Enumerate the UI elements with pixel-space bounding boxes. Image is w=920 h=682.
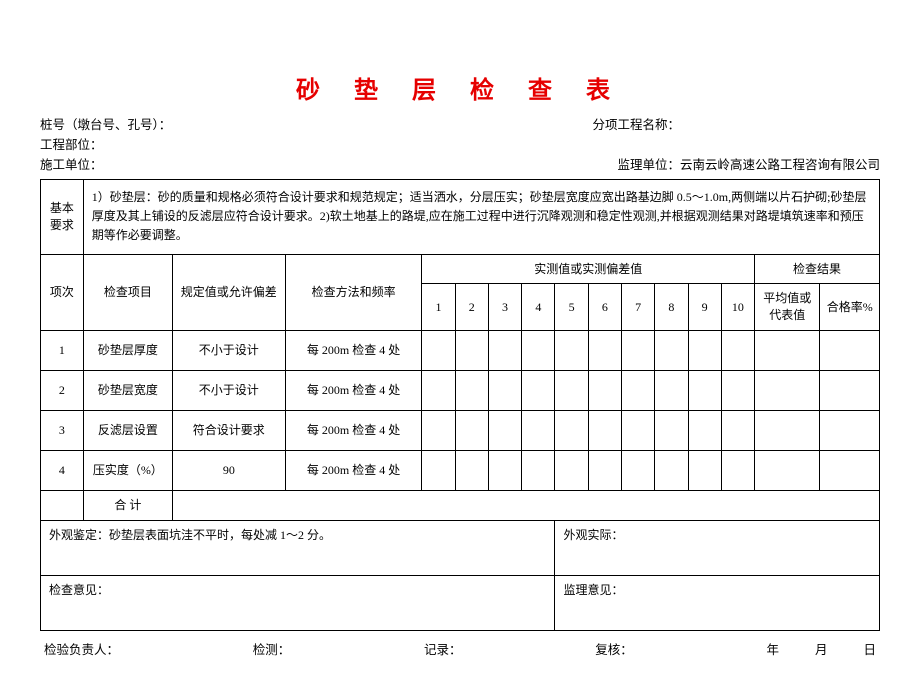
cell-method: 每 200m 检查 4 处	[285, 370, 422, 410]
supervisor-label: 监理单位：	[617, 158, 680, 172]
cell-item: 反滤层设置	[83, 410, 172, 450]
cell-no: 2	[41, 370, 84, 410]
requirements-text: 1）砂垫层：砂的质量和规格必须符合设计要求和规范规定；适当洒水，分层压实；砂垫层…	[83, 180, 879, 255]
footer-review: 复核：	[595, 639, 633, 658]
subproject-label: 分项工程名称：	[592, 115, 880, 135]
part-label: 工程部位：	[40, 135, 103, 155]
footer-inspector-lead: 检验负责人：	[44, 639, 119, 658]
footer-month: 月	[815, 639, 828, 658]
requirements-row: 基本要求 1）砂垫层：砂的质量和规格必须符合设计要求和规范规定；适当洒水，分层压…	[41, 180, 880, 255]
table-row: 2 砂垫层宽度 不小于设计 每 200m 检查 4 处	[41, 370, 880, 410]
col-6: 6	[588, 284, 621, 331]
cell-item: 压实度（%）	[83, 450, 172, 490]
col-check-item: 检查项目	[83, 254, 172, 330]
table-row: 3 反滤层设置 符合设计要求 每 200m 检查 4 处	[41, 410, 880, 450]
col-7: 7	[621, 284, 654, 331]
cell-spec: 90	[172, 450, 285, 490]
footer-day: 日	[863, 639, 876, 658]
constructor-label: 施工单位：	[40, 155, 103, 175]
col-pass-rate: 合格率%	[820, 284, 880, 331]
col-5: 5	[555, 284, 588, 331]
footer-year: 年	[766, 639, 779, 658]
page-title: 砂 垫 层 检 查 表	[40, 70, 880, 105]
supervisor-value: 云南云岭高速公路工程咨询有限公司	[680, 158, 880, 172]
col-method-freq: 检查方法和频率	[285, 254, 422, 330]
table-row-total: 合 计	[41, 490, 880, 520]
appearance-row: 外观鉴定：砂垫层表面坑洼不平时，每处减 1～2 分。 外观实际：	[41, 520, 880, 575]
cell-no: 4	[41, 450, 84, 490]
col-10: 10	[721, 284, 754, 331]
header-block: 桩号（墩台号、孔号）： 分项工程名称： 工程部位： 施工单位： 监理单位：云南云…	[40, 115, 880, 175]
col-3: 3	[488, 284, 521, 331]
check-opinion: 检查意见：	[41, 575, 555, 630]
cell-method: 每 200m 检查 4 处	[285, 330, 422, 370]
footer-row: 检验负责人： 检测： 记录： 复核： 年 月 日	[40, 631, 880, 662]
cell-total-label: 合 计	[83, 490, 172, 520]
cell-item: 砂垫层宽度	[83, 370, 172, 410]
cell-item: 砂垫层厚度	[83, 330, 172, 370]
table-row: 4 压实度（%） 90 每 200m 检查 4 处	[41, 450, 880, 490]
cell-spec: 不小于设计	[172, 330, 285, 370]
col-avg: 平均值或代表值	[755, 284, 820, 331]
col-8: 8	[655, 284, 688, 331]
col-spec-tolerance: 规定值或允许偏差	[172, 254, 285, 330]
inspection-table: 基本要求 1）砂垫层：砂的质量和规格必须符合设计要求和规范规定；适当洒水，分层压…	[40, 179, 880, 631]
col-1: 1	[422, 284, 455, 331]
requirements-label: 基本要求	[41, 180, 84, 255]
table-row: 1 砂垫层厚度 不小于设计 每 200m 检查 4 处	[41, 330, 880, 370]
col-4: 4	[522, 284, 555, 331]
cell-spec: 符合设计要求	[172, 410, 285, 450]
opinion-row: 检查意见： 监理意见：	[41, 575, 880, 630]
cell-method: 每 200m 检查 4 处	[285, 450, 422, 490]
pile-label: 桩号（墩台号、孔号）：	[40, 115, 171, 135]
appearance-judge: 外观鉴定：砂垫层表面坑洼不平时，每处减 1～2 分。	[41, 520, 555, 575]
footer-record: 记录：	[424, 639, 462, 658]
table-head-row-1: 项次 检查项目 规定值或允许偏差 检查方法和频率 实测值或实测偏差值 检查结果	[41, 254, 880, 284]
footer-inspect: 检测：	[253, 639, 291, 658]
appearance-actual: 外观实际：	[555, 520, 880, 575]
col-2: 2	[455, 284, 488, 331]
supervise-opinion: 监理意见：	[555, 575, 880, 630]
col-result-group: 检查结果	[755, 254, 880, 284]
col-item-no: 项次	[41, 254, 84, 330]
col-9: 9	[688, 284, 721, 331]
col-measured-group: 实测值或实测偏差值	[422, 254, 755, 284]
cell-no: 1	[41, 330, 84, 370]
cell-no: 3	[41, 410, 84, 450]
cell-method: 每 200m 检查 4 处	[285, 410, 422, 450]
cell-spec: 不小于设计	[172, 370, 285, 410]
